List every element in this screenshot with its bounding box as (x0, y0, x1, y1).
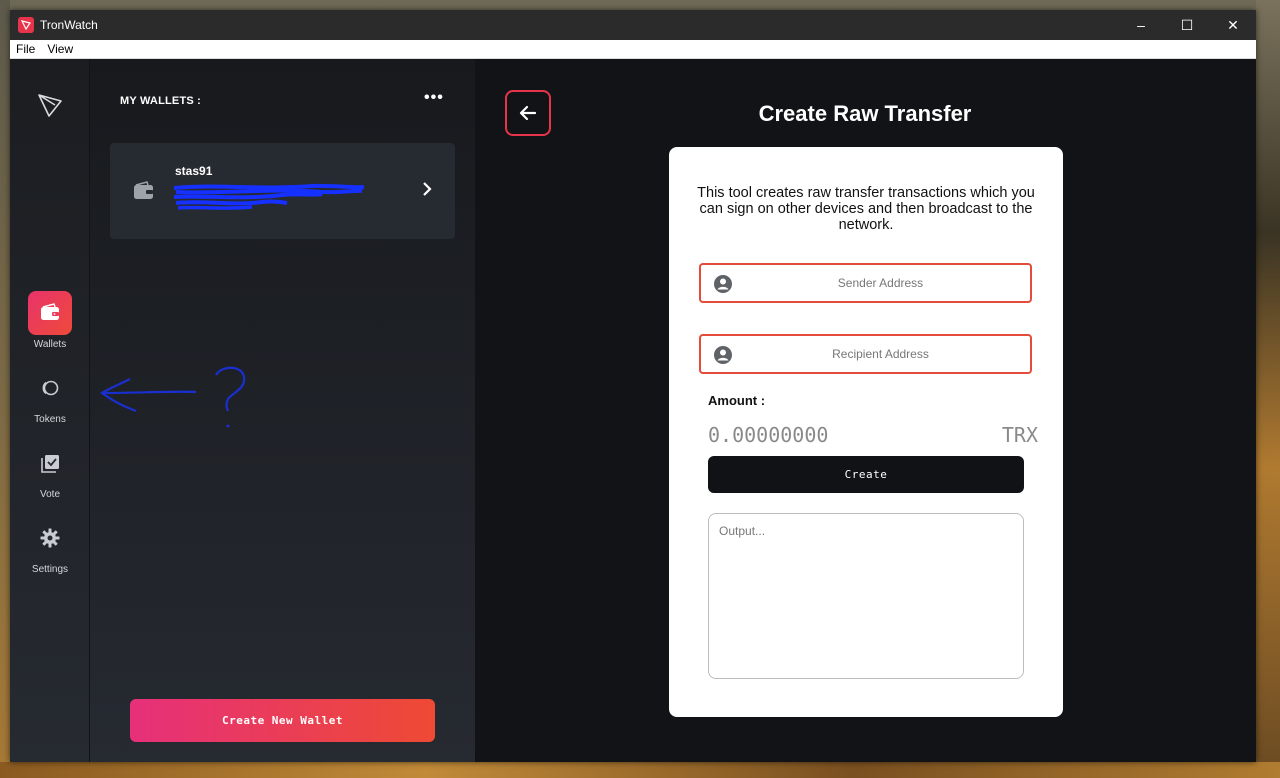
user-icon (714, 346, 732, 364)
vote-icon (28, 441, 72, 485)
amount-unit: TRX (1001, 423, 1038, 447)
app-logo-icon (18, 17, 34, 33)
maximize-button[interactable]: ☐ (1164, 10, 1210, 40)
create-button[interactable]: Create (708, 456, 1024, 493)
more-options-icon[interactable]: ••• (424, 89, 444, 107)
page-title: Create Raw Transfer (758, 101, 972, 126)
sender-address-field[interactable] (699, 263, 1032, 303)
chevron-right-icon (423, 182, 432, 196)
menu-file[interactable]: File (10, 42, 41, 56)
wallet-card[interactable]: stas91 (110, 143, 455, 239)
sidebar-item-label: Vote (39, 489, 61, 500)
window-title: TronWatch (40, 18, 98, 32)
nav-sidebar: Wallets Tokens Vote Settings (10, 59, 90, 762)
sidebar-item-label: Wallets (33, 339, 67, 350)
wallets-panel: MY WALLETS : ••• stas91 Create New Walle… (90, 59, 475, 762)
menu-view[interactable]: View (41, 42, 79, 56)
close-button[interactable]: ✕ (1210, 10, 1256, 40)
hand-drawn-arrow-annotation (100, 366, 246, 428)
desktop-background (0, 0, 10, 778)
redacted-address-scribble (173, 183, 365, 210)
amount-label: Amount : (708, 393, 766, 408)
amount-value[interactable]: 0.00000000 (708, 423, 828, 447)
main-area: Create Raw Transfer This tool creates ra… (475, 59, 1256, 762)
desktop-background (1256, 0, 1280, 778)
arrow-left-icon (519, 105, 537, 121)
tron-logo-icon[interactable] (36, 91, 64, 119)
window-controls: – ☐ ✕ (1118, 10, 1256, 40)
wallet-icon (134, 181, 153, 199)
amount-input[interactable]: 0.00000000 TRX (708, 423, 1038, 449)
wallets-title: MY WALLETS : (120, 95, 202, 107)
sidebar-item-tokens[interactable]: Tokens (10, 366, 90, 425)
gear-icon (28, 516, 72, 560)
sidebar-item-label: Settings (31, 564, 69, 575)
sidebar-item-wallets[interactable]: Wallets (10, 291, 90, 350)
minimize-button[interactable]: – (1118, 10, 1164, 40)
wallet-name: stas91 (175, 164, 213, 178)
recipient-address-input[interactable] (701, 336, 1030, 372)
menu-bar: File View (10, 40, 1256, 59)
sidebar-item-label: Tokens (34, 414, 66, 425)
recipient-address-field[interactable] (699, 334, 1032, 374)
app-content: Wallets Tokens Vote Settings MY WALLETS … (10, 59, 1256, 762)
wallet-icon (28, 291, 72, 335)
sender-address-input[interactable] (701, 265, 1030, 301)
back-button[interactable] (505, 90, 551, 136)
user-icon (714, 275, 732, 293)
tool-description: This tool creates raw transfer transacti… (697, 185, 1035, 233)
create-new-wallet-button[interactable]: Create New Wallet (130, 699, 435, 742)
sidebar-item-settings[interactable]: Settings (10, 516, 90, 575)
tokens-icon (28, 366, 72, 410)
desktop-background (0, 762, 1280, 778)
raw-transfer-card: This tool creates raw transfer transacti… (669, 147, 1063, 717)
title-bar: TronWatch – ☐ ✕ (10, 10, 1256, 40)
output-textarea[interactable] (708, 513, 1024, 679)
sidebar-item-vote[interactable]: Vote (10, 441, 90, 500)
app-window: TronWatch – ☐ ✕ File View Wallets Tokens… (10, 10, 1256, 762)
